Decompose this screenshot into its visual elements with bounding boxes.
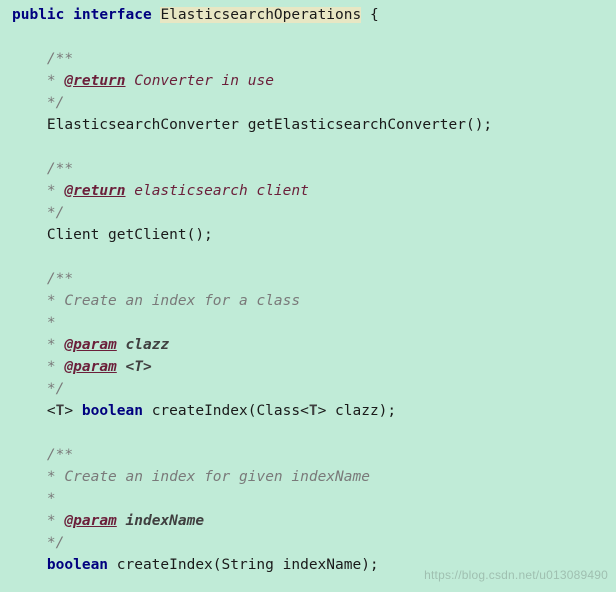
javadoc-star: *	[38, 73, 64, 89]
javadoc-open: /**	[47, 271, 73, 287]
javadoc-tag-text: Converter in use	[126, 73, 274, 89]
open-brace: {	[370, 7, 379, 23]
javadoc-star: *	[38, 183, 64, 199]
sig-token: boolean	[47, 557, 108, 573]
javadoc-open: /**	[47, 447, 73, 463]
javadoc-star: *	[38, 315, 55, 331]
javadoc-tag: @param	[64, 359, 116, 375]
interface-name: ElasticsearchOperations	[160, 7, 361, 23]
javadoc-close: */	[38, 535, 64, 551]
keyword-public: public	[12, 7, 64, 23]
javadoc-star: *	[38, 469, 64, 485]
javadoc-param: indexName	[117, 513, 204, 529]
javadoc-star: *	[38, 293, 64, 309]
javadoc-star: *	[38, 337, 64, 353]
javadoc-tag: @return	[64, 73, 125, 89]
sig-token: boolean	[82, 403, 143, 419]
keyword-interface: interface	[73, 7, 152, 23]
watermark: https://blog.csdn.net/u013089490	[424, 564, 608, 586]
javadoc-close: */	[38, 95, 64, 111]
sig-token: T	[309, 403, 318, 419]
javadoc-tag: @param	[64, 513, 116, 529]
sig-token: > clazz);	[318, 403, 397, 419]
code-block: public interface ElasticsearchOperations…	[0, 0, 616, 576]
javadoc-desc: Create an index for given indexName	[64, 469, 370, 485]
sig-token: createIndex(String indexName);	[108, 557, 379, 573]
sig-token: <	[47, 403, 56, 419]
javadoc-desc: Create an index for a class	[64, 293, 300, 309]
javadoc-star: *	[38, 359, 64, 375]
javadoc-star: *	[38, 513, 64, 529]
javadoc-tag: @return	[64, 183, 125, 199]
sig-token: Client	[47, 227, 108, 243]
javadoc-open: /**	[47, 161, 73, 177]
sig-token: getElasticsearchConverter();	[248, 117, 492, 133]
javadoc-param: clazz	[117, 337, 169, 353]
sig-token: createIndex(Class<	[143, 403, 309, 419]
sig-token: ElasticsearchConverter	[47, 117, 248, 133]
javadoc-close: */	[38, 381, 64, 397]
javadoc-star: *	[38, 491, 55, 507]
javadoc-tag-text: elasticsearch client	[126, 183, 309, 199]
javadoc-open: /**	[47, 51, 73, 67]
sig-token: >	[64, 403, 81, 419]
javadoc-close: */	[38, 205, 64, 221]
javadoc-tag: @param	[64, 337, 116, 353]
javadoc-param: <T>	[117, 359, 152, 375]
sig-token: getClient();	[108, 227, 213, 243]
